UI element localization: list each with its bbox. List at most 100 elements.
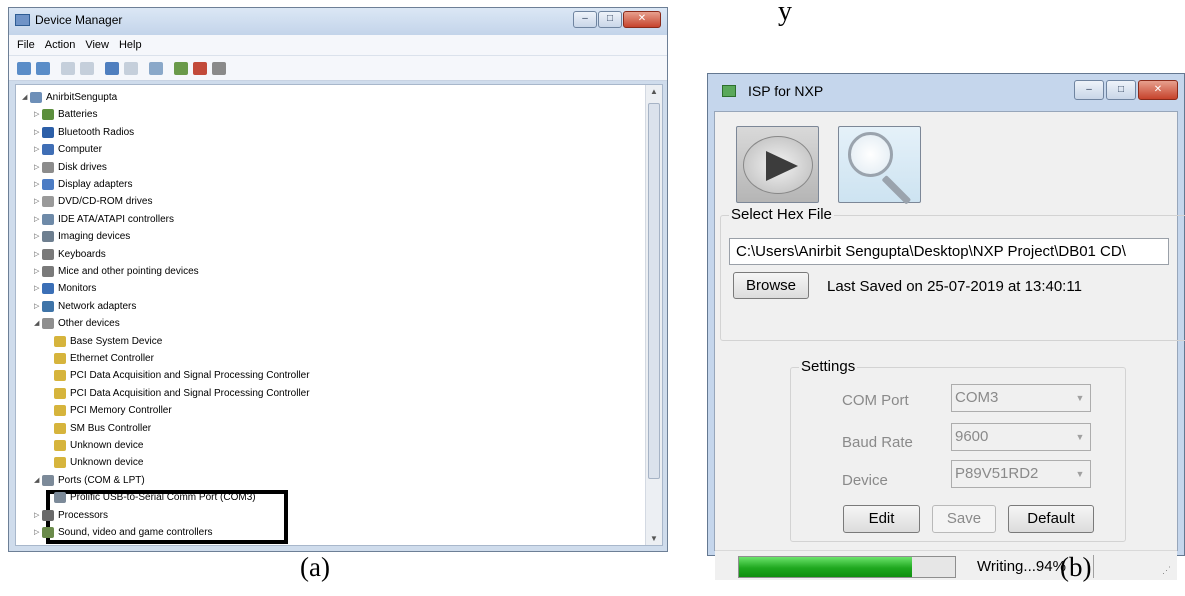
- tree-item[interactable]: ▷ Sound, video and game controllers: [34, 524, 213, 541]
- scroll-up-icon[interactable]: ▲: [646, 87, 662, 96]
- tree-item[interactable]: PCI Data Acquisition and Signal Processi…: [46, 385, 310, 402]
- tree-item-label: Mice and other pointing devices: [58, 266, 199, 277]
- status-bar: Writing...94% ⋰: [715, 550, 1177, 580]
- close-button[interactable]: ✕: [623, 11, 661, 28]
- isp-maximize-button[interactable]: □: [1106, 80, 1136, 100]
- scroll-down-icon[interactable]: ▼: [646, 534, 662, 543]
- device-icon: [42, 527, 54, 538]
- tree-item[interactable]: ▷ Processors: [34, 507, 108, 524]
- expanded-arrow-icon[interactable]: ◢: [22, 89, 30, 106]
- device-tree[interactable]: ▲ ▼ ◢ AnirbitSengupta ▷ Batteries ▷ Bluetooth…: [15, 84, 663, 546]
- magnifier-handle: [881, 175, 912, 205]
- tree-item[interactable]: PCI Data Acquisition and Signal Processi…: [46, 367, 310, 384]
- menu-action[interactable]: Action: [45, 39, 76, 51]
- collapsed-arrow-icon[interactable]: ▷: [34, 507, 42, 524]
- collapsed-arrow-icon[interactable]: ▷: [34, 193, 42, 210]
- expanded-arrow-icon[interactable]: ◢: [34, 472, 42, 489]
- tree-item[interactable]: SM Bus Controller: [46, 420, 151, 437]
- tree-item[interactable]: ▷ Monitors: [34, 280, 96, 297]
- minimize-button[interactable]: –: [573, 11, 597, 28]
- device-icon: [42, 231, 54, 243]
- hex-path-field[interactable]: C:\Users\Anirbit Sengupta\Desktop\NXP Pr…: [729, 238, 1169, 265]
- tree-item[interactable]: ◢ AnirbitSengupta: [22, 89, 117, 106]
- collapsed-arrow-icon[interactable]: ▷: [34, 246, 42, 263]
- device-select[interactable]: P89V51RD2 ▼: [951, 460, 1091, 488]
- tree-scrollbar[interactable]: ▲ ▼: [645, 85, 662, 545]
- show-hide-tree-icon[interactable]: [61, 61, 75, 75]
- update-driver-icon[interactable]: [174, 61, 188, 75]
- collapsed-arrow-icon[interactable]: ▷: [34, 524, 42, 541]
- forward-icon[interactable]: [36, 61, 50, 75]
- tree-item-label: IDE ATA/ATAPI controllers: [58, 213, 174, 225]
- device-manager-titlebar[interactable]: Device Manager – □ ✕: [9, 8, 667, 35]
- hex-file-legend: Select Hex File: [729, 206, 834, 223]
- tree-item[interactable]: ▷ Bluetooth Radios: [34, 124, 134, 141]
- device-icon: [42, 474, 54, 486]
- save-button[interactable]: Save: [932, 505, 996, 533]
- progress-bar: [738, 556, 956, 578]
- menu-file[interactable]: File: [17, 39, 35, 51]
- device-value: P89V51RD2: [955, 465, 1039, 482]
- collapsed-arrow-icon[interactable]: ▷: [34, 159, 42, 176]
- collapsed-arrow-icon[interactable]: ▷: [34, 298, 42, 315]
- run-button[interactable]: [736, 126, 819, 203]
- tree-item[interactable]: ▷ Computer: [34, 141, 102, 158]
- uninstall-icon[interactable]: [193, 61, 207, 75]
- device-icon: [42, 283, 54, 295]
- tree-item[interactable]: ▷ Keyboards: [34, 246, 106, 263]
- baud-rate-select[interactable]: 9600 ▼: [951, 423, 1091, 451]
- collapsed-arrow-icon[interactable]: ▷: [34, 263, 42, 280]
- tree-item[interactable]: ▷ IDE ATA/ATAPI controllers: [34, 211, 174, 228]
- properties-icon[interactable]: [80, 61, 94, 75]
- tree-item[interactable]: ▷ Disk drives: [34, 159, 107, 176]
- default-button[interactable]: Default: [1008, 505, 1094, 533]
- tree-item[interactable]: ▷ DVD/CD-ROM drives: [34, 193, 152, 210]
- tree-item[interactable]: Unknown device: [46, 437, 143, 454]
- menu-help[interactable]: Help: [119, 39, 142, 51]
- collapsed-arrow-icon[interactable]: ▷: [34, 141, 42, 158]
- chevron-down-icon: ▼: [1075, 432, 1085, 442]
- device-icon: [42, 266, 54, 277]
- tree-item[interactable]: Unknown device: [46, 454, 143, 471]
- tree-item[interactable]: ▷ Mice and other pointing devices: [34, 263, 199, 280]
- disable-icon[interactable]: [212, 61, 226, 75]
- edit-button[interactable]: Edit: [843, 505, 920, 533]
- back-icon[interactable]: [17, 61, 31, 75]
- scan-hardware-icon[interactable]: [149, 61, 163, 75]
- tree-item[interactable]: ▷ Network adapters: [34, 298, 136, 315]
- maximize-button[interactable]: □: [598, 11, 622, 28]
- tree-item[interactable]: Base System Device: [46, 333, 162, 350]
- resize-grip-icon[interactable]: ⋰: [1162, 565, 1171, 576]
- tree-item-label: Disk drives: [58, 161, 107, 173]
- tree-item[interactable]: PCI Memory Controller: [46, 402, 172, 419]
- tree-item-label: Prolific USB-to-Serial Comm Port (COM3): [70, 492, 256, 504]
- collapsed-arrow-icon[interactable]: ▷: [34, 228, 42, 245]
- com-port-select[interactable]: COM3 ▼: [951, 384, 1091, 412]
- view-icon[interactable]: [124, 61, 138, 75]
- tree-item[interactable]: ▷ Imaging devices: [34, 228, 130, 245]
- tree-item[interactable]: ▷ Display adapters: [34, 176, 132, 193]
- collapsed-arrow-icon[interactable]: ▷: [34, 176, 42, 193]
- collapsed-arrow-icon[interactable]: ▷: [34, 280, 42, 297]
- isp-minimize-button[interactable]: –: [1074, 80, 1104, 100]
- help-icon[interactable]: [105, 61, 119, 75]
- collapsed-arrow-icon[interactable]: ▷: [34, 106, 42, 123]
- stray-character: y: [778, 0, 792, 27]
- menu-view[interactable]: View: [85, 39, 109, 51]
- chevron-down-icon: ▼: [1075, 393, 1085, 403]
- tree-item-label: PCI Data Acquisition and Signal Processi…: [70, 370, 310, 382]
- device-manager-title: Device Manager: [35, 13, 123, 27]
- tree-item[interactable]: ▷ Batteries: [34, 106, 97, 123]
- tree-item[interactable]: Prolific USB-to-Serial Comm Port (COM3): [46, 489, 256, 506]
- collapsed-arrow-icon[interactable]: ▷: [34, 124, 42, 141]
- tree-item[interactable]: Ethernet Controller: [46, 350, 154, 367]
- browse-button[interactable]: Browse: [733, 272, 809, 299]
- isp-titlebar[interactable]: ISP for NXP – □ ✕: [708, 74, 1184, 111]
- tree-item[interactable]: ◢ Other devices: [34, 315, 120, 332]
- collapsed-arrow-icon[interactable]: ▷: [34, 211, 42, 228]
- tree-item[interactable]: ◢ Ports (COM & LPT): [34, 472, 145, 489]
- expanded-arrow-icon[interactable]: ◢: [34, 315, 42, 332]
- scroll-thumb[interactable]: [648, 103, 660, 479]
- isp-close-button[interactable]: ✕: [1138, 80, 1178, 100]
- search-button[interactable]: [838, 126, 921, 205]
